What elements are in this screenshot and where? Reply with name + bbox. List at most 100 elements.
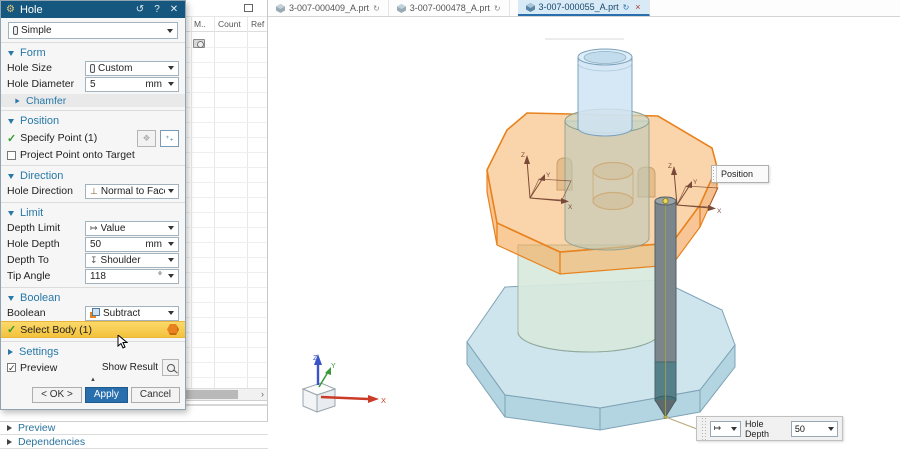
axis-y-label: Y <box>693 179 698 186</box>
chevron-down-icon <box>168 242 174 246</box>
dialog-collapse-handle[interactable]: ▲ <box>1 376 185 385</box>
expand-arrow-icon <box>15 97 20 104</box>
boolean-row: Boolean Subtract <box>1 305 185 321</box>
restore-window-icon[interactable] <box>244 4 253 12</box>
tab-label: 3-007-000055_A.prt <box>538 2 619 12</box>
panel-divider <box>185 404 267 406</box>
position-tag[interactable]: Position <box>711 165 769 183</box>
hole-icon <box>90 63 95 73</box>
chevron-down-icon <box>168 311 174 315</box>
sketch-section-button[interactable]: ❖ <box>137 129 156 147</box>
reset-icon[interactable]: ↺ <box>134 4 146 15</box>
show-result-button[interactable] <box>162 359 179 376</box>
project-point-row[interactable]: Project Point onto Target <box>1 148 185 162</box>
unit-label[interactable]: mm <box>145 239 162 250</box>
limit-type-dropdown[interactable]: ↦ <box>709 420 741 437</box>
tip-angle-row: Tip Angle 118 ° <box>1 268 185 284</box>
drag-handle[interactable] <box>701 417 706 440</box>
direction-section-header[interactable]: Direction <box>1 169 185 183</box>
collapse-arrow-icon <box>8 210 14 216</box>
position-section-header[interactable]: Position <box>1 114 185 128</box>
hole-preview-rod[interactable] <box>654 196 677 418</box>
navigator-column-headers: M.. Count Ref <box>185 17 267 32</box>
hole-depth-input[interactable]: 50 <box>790 420 838 437</box>
hole-diameter-label: Hole Diameter <box>7 78 75 90</box>
position-tag-label: Position <box>721 169 754 179</box>
normal-to-face-icon: ⊥ <box>90 185 98 196</box>
specified-point-marker[interactable] <box>662 197 669 204</box>
scroll-right-arrow[interactable]: › <box>261 389 264 399</box>
tab-part-478[interactable]: 3-007-000478_A.prt ↻ <box>389 0 510 16</box>
navigator-bottom-sections: Preview Dependencies <box>0 421 268 450</box>
depth-limit-dropdown[interactable]: ↦ Value <box>85 220 179 236</box>
preview-row: ✓ Preview Show Result <box>1 359 185 376</box>
collapse-arrow-icon <box>8 50 14 56</box>
depth-to-label: Depth To <box>7 254 49 266</box>
cancel-button[interactable]: Cancel <box>130 387 180 403</box>
column-header-count[interactable]: Count <box>218 19 241 29</box>
model-scene[interactable]: Z Y X Z Y X Z Y X <box>268 17 900 450</box>
top-cylinder-body[interactable] <box>577 48 633 137</box>
horizontal-scrollbar[interactable]: › <box>185 388 267 401</box>
apply-button[interactable]: Apply <box>84 387 128 403</box>
column-header-m[interactable]: M.. <box>194 19 206 29</box>
section-dependencies[interactable]: Dependencies <box>0 435 268 449</box>
tab-close-icon[interactable]: × <box>635 2 640 12</box>
tip-angle-label: Tip Angle <box>7 270 51 282</box>
tab-label: 3-007-000478_A.prt <box>409 3 490 13</box>
depth-to-dropdown[interactable]: ↧ Shoulder <box>85 252 179 268</box>
hole-dialog: ⚙ Hole ↺ ? ✕ Simple Form Hole Size Custo… <box>0 0 186 410</box>
axis-x-label: X <box>717 208 722 215</box>
chevron-down-icon <box>168 274 174 278</box>
check-icon: ✓ <box>7 132 17 145</box>
subtract-icon <box>90 308 100 318</box>
scrollbar-thumb[interactable] <box>186 390 238 399</box>
hole-diameter-field[interactable]: 5 mm <box>85 76 179 92</box>
form-section-header[interactable]: Form <box>1 46 185 60</box>
hole-size-dropdown[interactable]: Custom <box>85 60 179 76</box>
hole-depth-field[interactable]: 50 mm <box>85 236 179 252</box>
hole-type-dropdown[interactable]: Simple <box>8 22 178 39</box>
graphics-viewport[interactable]: 3-007-000409_A.prt ↻ 3-007-000478_A.prt … <box>268 0 900 450</box>
section-preview[interactable]: Preview <box>0 421 268 435</box>
wcs-z-label: Z <box>313 353 318 362</box>
hole-size-row: Hole Size Custom <box>1 60 185 76</box>
ok-button[interactable]: < OK > <box>32 387 82 403</box>
unit-label[interactable]: mm <box>145 79 162 90</box>
help-icon[interactable]: ? <box>151 4 163 15</box>
wcs-triad[interactable]: Z Y X <box>301 353 386 413</box>
navigator-rows <box>185 33 267 388</box>
body-icon <box>167 324 179 335</box>
boolean-section-header[interactable]: Boolean <box>1 291 185 305</box>
hole-direction-row: Hole Direction ⊥ Normal to Face <box>1 183 185 199</box>
tab-part-409[interactable]: 3-007-000409_A.prt ↻ <box>268 0 389 16</box>
select-body-row[interactable]: ✓ Select Body (1) <box>1 321 185 338</box>
close-icon[interactable]: ✕ <box>168 4 180 15</box>
leader-line <box>665 416 698 430</box>
hole-depth-label: Hole Depth <box>7 238 60 250</box>
hole-depth-mini-toolbar[interactable]: ↦ Hole Depth 50 <box>696 416 843 441</box>
tip-angle-field[interactable]: 118 ° <box>85 268 179 284</box>
camera-icon[interactable] <box>193 39 205 48</box>
dialog-titlebar[interactable]: ⚙ Hole ↺ ? ✕ <box>1 1 185 18</box>
hole-depth-label: Hole Depth <box>744 418 769 439</box>
unit-label[interactable]: ° <box>158 271 162 282</box>
dialog-title: Hole <box>19 3 43 16</box>
depth-to-shoulder-icon: ↧ <box>90 254 98 265</box>
axis-x-label: X <box>568 204 573 211</box>
preview-label: Preview <box>20 361 58 374</box>
project-point-checkbox[interactable] <box>7 150 16 160</box>
column-header-ref[interactable]: Ref <box>251 19 264 29</box>
hole-direction-dropdown[interactable]: ⊥ Normal to Face <box>85 183 179 199</box>
settings-section-header[interactable]: Settings <box>1 345 185 359</box>
specify-point-row[interactable]: ✓ Specify Point (1) ❖ ⁺₊ <box>1 128 185 148</box>
preview-checkbox[interactable]: ✓ <box>7 363 16 373</box>
tab-part-055-active[interactable]: 3-007-000055_A.prt ↻ × <box>517 0 650 16</box>
part-icon <box>396 3 406 13</box>
boolean-dropdown[interactable]: Subtract <box>85 305 179 321</box>
dialog-buttons: < OK > Apply Cancel <box>1 385 185 407</box>
axis-z-label: Z <box>668 163 672 170</box>
point-dialog-button[interactable]: ⁺₊ <box>160 129 179 147</box>
limit-section-header[interactable]: Limit <box>1 206 185 220</box>
chamfer-section-header[interactable]: Chamfer <box>1 94 185 107</box>
